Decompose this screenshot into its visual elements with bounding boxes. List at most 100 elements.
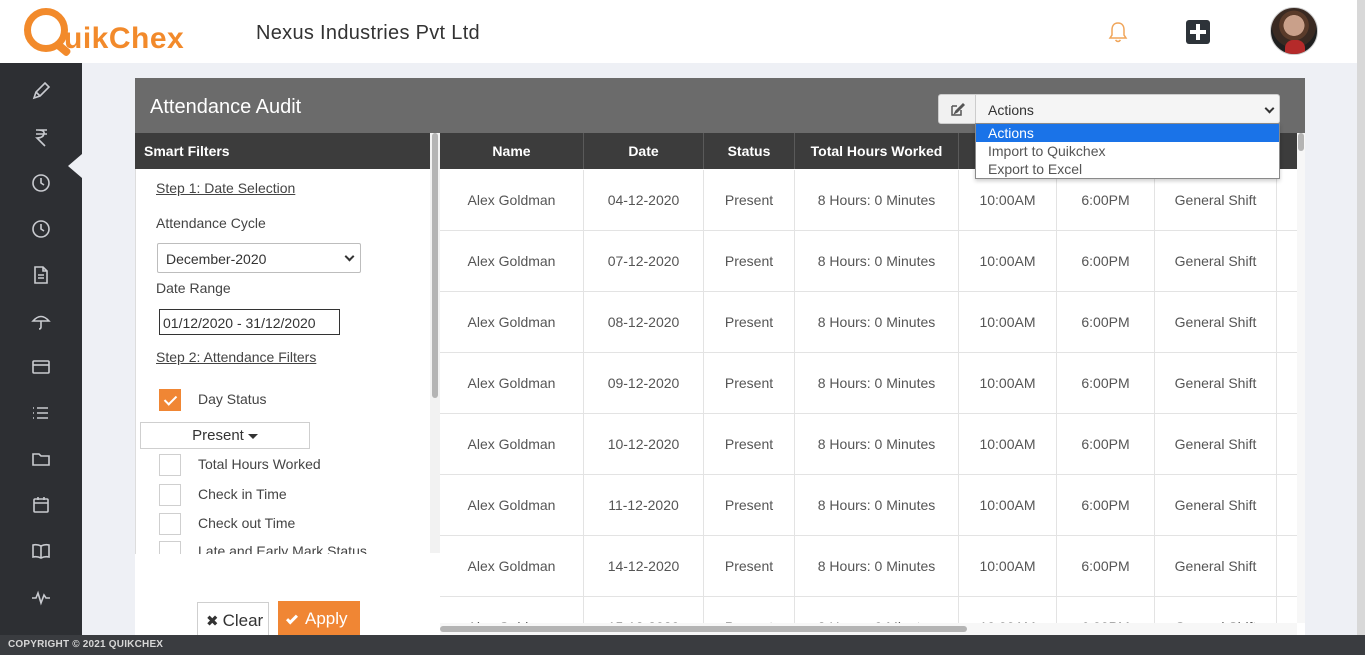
option-import-to-quikchex[interactable]: Import to Quikchex bbox=[976, 142, 1279, 160]
table-row[interactable]: Alex Goldman 07-12-2020 Present 8 Hours: 0 … bbox=[440, 231, 1297, 292]
table-vertical-scrollbar[interactable] bbox=[1297, 133, 1305, 623]
cell-total-hours: 8 Hours: 0 Minutes bbox=[794, 414, 958, 475]
pulse-icon[interactable] bbox=[28, 584, 54, 610]
cell-check-in: 10:00AM bbox=[958, 536, 1056, 597]
cell-check-out: 6:00PM bbox=[1056, 536, 1154, 597]
cell-total-hours: 8 Hours: 0 Minutes bbox=[794, 292, 958, 353]
day-status-dropdown[interactable]: Present bbox=[140, 422, 310, 449]
option-actions[interactable]: Actions bbox=[976, 124, 1279, 142]
cell-status: Present bbox=[703, 475, 794, 536]
cell-name: Alex Goldman bbox=[467, 558, 556, 574]
table-row[interactable]: Alex Goldman 14-12-2020 Present 8 Hours: 0 … bbox=[440, 536, 1297, 597]
late-early-checkbox[interactable] bbox=[159, 541, 181, 554]
page-title: Attendance Audit bbox=[150, 96, 302, 118]
cell-date: 04-12-2020 bbox=[583, 170, 703, 231]
check-icon bbox=[285, 612, 299, 625]
smart-filters: Smart Filters Step 1: Date Selection Att… bbox=[135, 133, 440, 636]
cell-status: Present bbox=[703, 414, 794, 475]
logo-q-mark bbox=[24, 8, 68, 52]
page-scrollbar[interactable] bbox=[1357, 0, 1365, 635]
cell-check-out: 6:00PM bbox=[1056, 170, 1154, 231]
day-status-checkbox[interactable] bbox=[159, 389, 181, 411]
calendar-icon[interactable] bbox=[28, 492, 54, 518]
step2-link[interactable]: Step 2: Attendance Filters bbox=[156, 349, 316, 365]
table-row[interactable]: Alex Goldman 09-12-2020 Present 8 Hours: 0 … bbox=[440, 353, 1297, 414]
cell-extra bbox=[1276, 475, 1297, 536]
actions-select[interactable]: Actions bbox=[975, 94, 1280, 124]
attendance-audit-panel: Attendance Audit Actions Actions Import … bbox=[135, 78, 1305, 636]
column-name[interactable]: Name bbox=[440, 133, 583, 169]
add-plus-icon[interactable] bbox=[1186, 20, 1210, 44]
column-status[interactable]: Status bbox=[703, 133, 794, 169]
cell-extra bbox=[1276, 353, 1297, 414]
cell-shift: General Shift bbox=[1154, 292, 1276, 353]
cell-name: Alex Goldman bbox=[440, 597, 583, 623]
cell-extra bbox=[1276, 170, 1297, 231]
list-icon[interactable] bbox=[28, 400, 54, 426]
cell-status: Present bbox=[703, 292, 794, 353]
date-range-label: Date Range bbox=[156, 280, 231, 296]
close-icon: ✖ bbox=[206, 613, 219, 630]
cell-shift: General Shift bbox=[1154, 536, 1276, 597]
card-icon[interactable] bbox=[28, 354, 54, 380]
folder-icon[interactable] bbox=[28, 446, 54, 472]
top-header: uikChex Nexus Industries Pvt Ltd bbox=[0, 0, 1365, 63]
table-row[interactable]: Alex Goldman 08-12-2020 Present 8 Hours: 0 … bbox=[440, 292, 1297, 353]
attendance-cycle-select[interactable]: December-2020 bbox=[157, 243, 361, 273]
cell-check-out: 6:00PM bbox=[1056, 414, 1154, 475]
check-out-label: Check out Time bbox=[198, 515, 296, 531]
vertical-scroll-thumb[interactable] bbox=[1298, 133, 1304, 151]
cell-check-in: 10:00AM bbox=[958, 414, 1056, 475]
cell-extra bbox=[1276, 231, 1297, 292]
rupee-icon[interactable] bbox=[28, 124, 54, 150]
cell-extra bbox=[1276, 414, 1297, 475]
book-icon[interactable] bbox=[28, 538, 54, 564]
check-in-checkbox[interactable] bbox=[159, 484, 181, 506]
user-avatar[interactable] bbox=[1270, 7, 1318, 55]
step1-link[interactable]: Step 1: Date Selection bbox=[156, 180, 295, 196]
day-status-label: Day Status bbox=[198, 391, 267, 407]
cell-check-out: 6:00PM bbox=[1056, 231, 1154, 292]
quikchex-logo[interactable]: uikChex bbox=[24, 6, 199, 56]
clock-icon[interactable] bbox=[28, 170, 54, 196]
cell-shift: General Shift bbox=[1154, 353, 1276, 414]
column-date[interactable]: Date bbox=[583, 133, 703, 169]
table-horizontal-scrollbar[interactable] bbox=[440, 623, 1297, 635]
cell-check-out: 6:00PM bbox=[1056, 597, 1154, 623]
cell-total-hours: 8 Hours: 0 Minutes bbox=[794, 170, 958, 231]
table-row[interactable]: Alex Goldman 11-12-2020 Present 8 Hours: 0 … bbox=[440, 475, 1297, 536]
cell-total-hours: 8 Hours: 0 Minutes bbox=[794, 353, 958, 414]
total-hours-label: Total Hours Worked bbox=[198, 456, 321, 472]
cell-name: Alex Goldman bbox=[467, 436, 556, 452]
pen-icon[interactable] bbox=[28, 78, 54, 104]
check-out-checkbox[interactable] bbox=[159, 513, 181, 535]
bell-icon[interactable] bbox=[1107, 20, 1129, 44]
document-icon[interactable] bbox=[28, 262, 54, 288]
filters-scroll-thumb[interactable] bbox=[432, 133, 438, 398]
total-hours-checkbox[interactable] bbox=[159, 454, 181, 476]
table-row[interactable]: Alex Goldman 04-12-2020 Present 8 Hours: 0 … bbox=[440, 170, 1297, 231]
table-row[interactable]: Alex Goldman 10-12-2020 Present 8 Hours: 0 … bbox=[440, 414, 1297, 475]
edit-icon bbox=[951, 102, 965, 116]
horizontal-scroll-thumb[interactable] bbox=[440, 626, 967, 632]
edit-button[interactable] bbox=[938, 94, 976, 124]
clock-active-icon[interactable] bbox=[28, 216, 54, 242]
cell-check-out: 6:00PM bbox=[1056, 292, 1154, 353]
clear-button[interactable]: ✖ Clear bbox=[197, 602, 269, 636]
option-export-to-excel[interactable]: Export to Excel bbox=[976, 160, 1279, 178]
filters-scrollbar[interactable] bbox=[430, 133, 440, 553]
attendance-cycle-value: December-2020 bbox=[166, 251, 267, 267]
cell-date: 07-12-2020 bbox=[583, 231, 703, 292]
apply-button[interactable]: Apply bbox=[278, 601, 360, 636]
column-total-hours[interactable]: Total Hours Worked bbox=[794, 133, 958, 169]
attendance-cycle-label: Attendance Cycle bbox=[156, 215, 266, 231]
umbrella-icon[interactable] bbox=[28, 308, 54, 334]
table-row[interactable]: Alex Goldman15-12-2020Present8 Hours: 0 … bbox=[440, 597, 1297, 623]
actions-dropdown: Actions Import to Quikchex Export to Exc… bbox=[975, 123, 1280, 179]
date-range-input[interactable]: 01/12/2020 - 31/12/2020 bbox=[159, 309, 340, 335]
caret-down-icon bbox=[247, 433, 258, 439]
cell-status: Present bbox=[703, 536, 794, 597]
cell-date: 09-12-2020 bbox=[583, 353, 703, 414]
late-early-label: Late and Early Mark Status bbox=[198, 543, 367, 554]
sidebar bbox=[0, 63, 82, 635]
